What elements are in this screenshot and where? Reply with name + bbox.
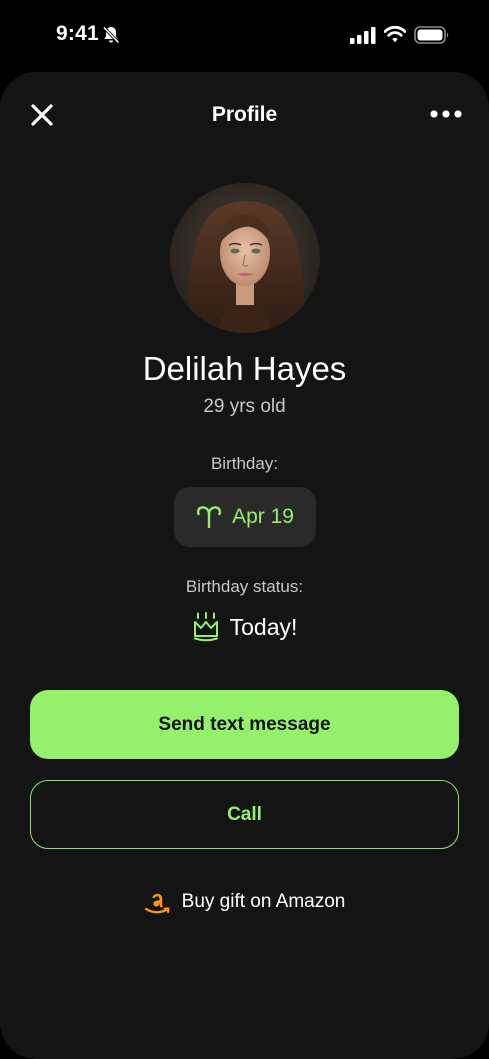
birthday-status-label: Birthday status: [185,577,304,596]
battery-icon [414,26,449,44]
cellular-signal-icon [350,27,376,44]
crown-icon [193,612,218,642]
profile-name: Delilah Hayes [142,350,347,387]
send-text-message-button[interactable]: Send text message [30,690,459,759]
buy-gift-amazon-label: Buy gift on Amazon [181,891,346,912]
bell-slash-icon [102,26,120,44]
amazon-icon [144,894,170,914]
birthday-date: Apr 19 [232,505,294,528]
buy-gift-amazon-link[interactable]: Buy gift on Amazon [0,888,489,916]
birthday-status: Today! [0,612,489,642]
page-title: Profile [211,103,278,126]
status-time: 9:41 [56,22,99,45]
birthday-label: Birthday: [210,454,279,473]
phone-screen: 9:41 Profile Delilah Hayes 29 yrs old Bi… [0,0,489,1059]
profile-sheet: Profile Delilah Hayes 29 yrs old Birthda… [0,72,489,1059]
profile-age: 29 yrs old [203,396,286,417]
avatar [170,183,320,333]
status-bar: 9:41 [0,0,489,72]
wifi-icon [384,25,406,43]
birthday-chip: Apr 19 [174,487,316,547]
birthday-status-value: Today! [229,613,298,640]
aries-icon [196,506,222,528]
more-options-icon[interactable] [428,102,464,126]
call-button[interactable]: Call [30,780,459,849]
